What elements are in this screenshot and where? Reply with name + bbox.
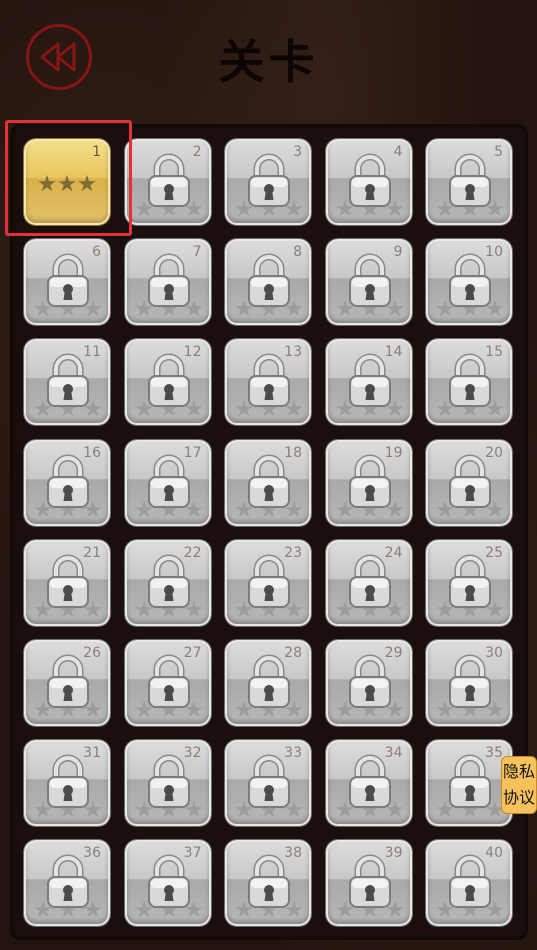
level-tile[interactable]: 28 [225,640,311,726]
level-number: 1 [92,144,101,160]
level-tile[interactable]: 10 [426,239,512,326]
level-tile[interactable]: 22 [124,539,211,626]
level-tile[interactable]: 24 [325,539,412,626]
padlock-icon [248,454,290,508]
padlock-icon [147,754,190,809]
padlock-icon [147,253,190,308]
level-tile[interactable]: 26 [24,640,110,726]
padlock-icon [248,153,290,207]
level-number: 9 [393,244,403,261]
level-tile[interactable]: 14 [325,339,412,426]
level-tile[interactable]: 7 [124,239,211,326]
padlock-icon [248,554,290,608]
padlock-icon [449,353,491,408]
level-number: 8 [293,244,302,261]
padlock-icon [449,454,491,508]
page-title: 关卡 [218,35,319,89]
padlock-icon [348,454,391,508]
level-tile[interactable]: 23 [225,539,311,626]
level-tile[interactable]: 38 [225,840,311,927]
level-number: 2 [192,144,202,160]
padlock-icon [248,654,290,708]
padlock-icon [47,353,89,408]
level-tile[interactable]: 6 [24,239,110,326]
level-tile[interactable]: 1 [24,139,110,225]
padlock-icon [147,554,190,608]
level-tile[interactable]: 16 [24,439,110,526]
level-tile[interactable]: 2 [124,139,211,225]
level-tile[interactable]: 4 [325,139,412,225]
three-stars-icon [38,175,96,192]
level-tile[interactable]: 30 [426,640,512,726]
padlock-icon [147,353,190,408]
level-tile[interactable]: 40 [426,840,512,927]
padlock-icon [348,554,391,608]
level-number: 3 [293,144,302,160]
padlock-icon [47,253,89,308]
level-tile[interactable]: 31 [24,740,110,827]
padlock-icon [147,454,190,508]
level-tile[interactable]: 3 [225,139,311,225]
level-tile[interactable]: 21 [24,539,110,626]
padlock-icon [449,153,491,207]
padlock-icon [147,854,190,909]
level-tile[interactable]: 32 [124,740,211,827]
padlock-icon [449,253,491,308]
level-tile[interactable]: 9 [325,239,412,326]
level-number: 5 [494,144,503,160]
padlock-icon [348,854,391,909]
level-tile[interactable]: 11 [24,339,110,426]
level-number: 4 [393,144,403,160]
padlock-icon [47,454,89,508]
level-tile[interactable]: 35 [426,740,512,827]
level-tile[interactable]: 19 [325,439,412,526]
padlock-icon [147,153,190,207]
level-tile[interactable]: 33 [225,740,311,827]
level-number: 7 [192,244,202,261]
level-tile[interactable]: 5 [426,139,512,225]
padlock-icon [348,153,391,207]
level-tile[interactable]: 34 [325,740,412,827]
padlock-icon [449,554,491,608]
level-tile[interactable]: 36 [24,840,110,927]
padlock-icon [47,554,89,608]
level-tile[interactable]: 18 [225,439,311,526]
padlock-icon [248,353,290,408]
level-tile[interactable]: 20 [426,439,512,526]
privacy-label-line1: 隐私 [502,762,535,781]
padlock-icon [449,754,491,809]
padlock-icon [248,754,290,809]
privacy-label-line2: 协议 [502,788,535,807]
level-tile[interactable]: 37 [124,840,211,927]
level-tile[interactable]: 25 [426,539,512,626]
privacy-policy-button[interactable]: 隐私 协议 [501,756,537,814]
level-number: 6 [92,244,101,261]
padlock-icon [348,654,391,708]
padlock-icon [348,754,391,809]
padlock-icon [449,854,491,909]
level-tile[interactable]: 39 [325,840,412,927]
padlock-icon [147,654,190,708]
padlock-icon [348,353,391,408]
padlock-icon [348,253,391,308]
level-tile[interactable]: 27 [124,640,211,726]
padlock-icon [47,754,89,809]
padlock-icon [248,854,290,909]
level-tile[interactable]: 17 [124,439,211,526]
padlock-icon [449,654,491,708]
level-tile[interactable]: 13 [225,339,311,426]
padlock-icon [47,654,89,708]
level-tile[interactable]: 8 [225,239,311,326]
level-tile[interactable]: 29 [325,640,412,726]
padlock-icon [47,854,89,909]
level-tile[interactable]: 12 [124,339,211,426]
level-tile[interactable]: 15 [426,339,512,426]
padlock-icon [248,253,290,308]
